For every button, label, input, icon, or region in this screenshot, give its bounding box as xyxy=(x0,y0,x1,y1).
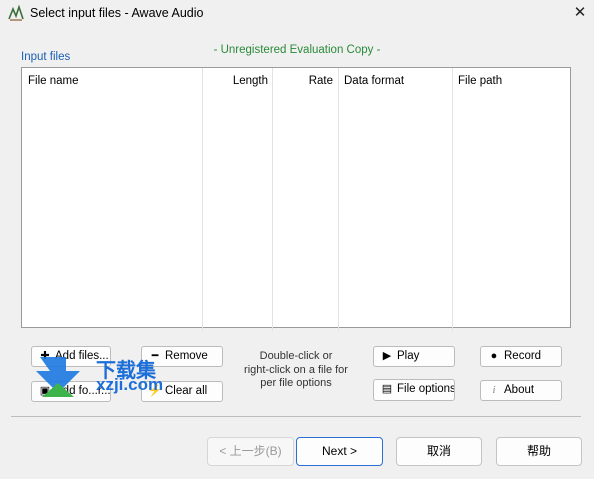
column-header-label: File path xyxy=(458,75,503,87)
watermark-url: xzji.com xyxy=(96,375,164,394)
separator xyxy=(11,416,581,417)
info-icon: i xyxy=(492,384,496,396)
play-icon: ▶ xyxy=(382,350,392,362)
about-button[interactable]: i About xyxy=(480,380,562,401)
cancel-button[interactable]: 取消 xyxy=(396,437,482,466)
column-header-label: Length xyxy=(232,75,268,87)
column-data-format[interactable]: Data format xyxy=(339,68,453,331)
close-icon[interactable]: ✕ xyxy=(570,3,590,23)
next-button[interactable]: Next > xyxy=(296,437,383,466)
record-icon: ● xyxy=(490,350,498,362)
input-files-list[interactable]: File name Length Rate Data format File p… xyxy=(21,67,571,331)
hint-text: Double-click or right-click on a file fo… xyxy=(244,350,348,389)
column-header-label: Data format xyxy=(344,75,405,87)
column-rate[interactable]: Rate xyxy=(273,68,339,331)
window-title: Select input files - Awave Audio xyxy=(30,6,204,20)
evaluation-notice: - Unregistered Evaluation Copy - xyxy=(213,44,381,56)
help-button[interactable]: 帮助 xyxy=(496,437,582,466)
column-file-path[interactable]: File path xyxy=(453,68,571,331)
play-button[interactable]: ▶ Play xyxy=(373,346,455,367)
column-length[interactable]: Length xyxy=(203,68,273,331)
file-options-button[interactable]: ▤ File options xyxy=(373,379,455,401)
window-icon: ▤ xyxy=(381,383,393,395)
record-button[interactable]: ● Record xyxy=(480,346,562,367)
column-header-label: File name xyxy=(28,75,79,87)
column-header-label: Rate xyxy=(308,75,333,87)
awave-audio-icon xyxy=(8,4,24,21)
input-files-label: Input files xyxy=(21,51,71,63)
back-button[interactable]: < 上一步(B) xyxy=(207,437,294,466)
column-file-name[interactable]: File name xyxy=(22,68,203,331)
